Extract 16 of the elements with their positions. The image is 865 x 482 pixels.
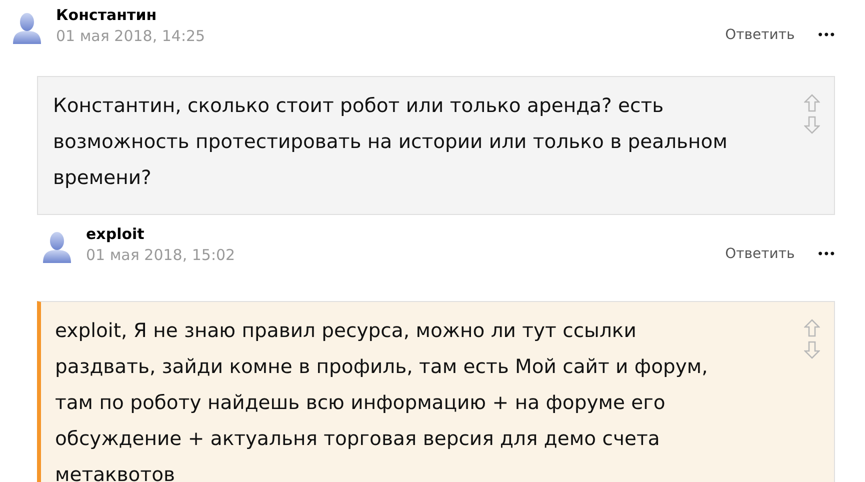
- comment-text: Константин, сколько стоит робот или только аренда? есть возможность протестировать на истории или только в реальном времени?: [53, 93, 728, 191]
- down-arrow-icon[interactable]: [804, 116, 820, 134]
- comment-text: exploit, Я не знаю правил ресурса, можно ли тут ссылки раздвать, зайди комне в профиль, там есть Мой сайт и форум, там по роботу найдешь всю информацию + на форуме его обсуждение + актуальня торговая версия для демо счета метаквотов: [55, 318, 709, 482]
- reply-link[interactable]: Ответить: [725, 27, 795, 43]
- author-name: Константин: [56, 6, 158, 25]
- reply-link[interactable]: Ответить: [725, 246, 795, 262]
- avatar-icon: [40, 230, 74, 264]
- down-arrow-icon[interactable]: [804, 341, 820, 359]
- more-button[interactable]: •••: [816, 28, 835, 42]
- comment-date: 01 мая 2018, 14:25: [56, 26, 206, 46]
- author-name: exploit: [86, 225, 146, 244]
- up-arrow-icon[interactable]: [804, 319, 820, 337]
- avatar-icon: [10, 11, 44, 45]
- comment-date: 01 мая 2018, 15:02: [86, 245, 236, 265]
- more-button[interactable]: •••: [816, 247, 835, 261]
- up-arrow-icon[interactable]: [804, 94, 820, 112]
